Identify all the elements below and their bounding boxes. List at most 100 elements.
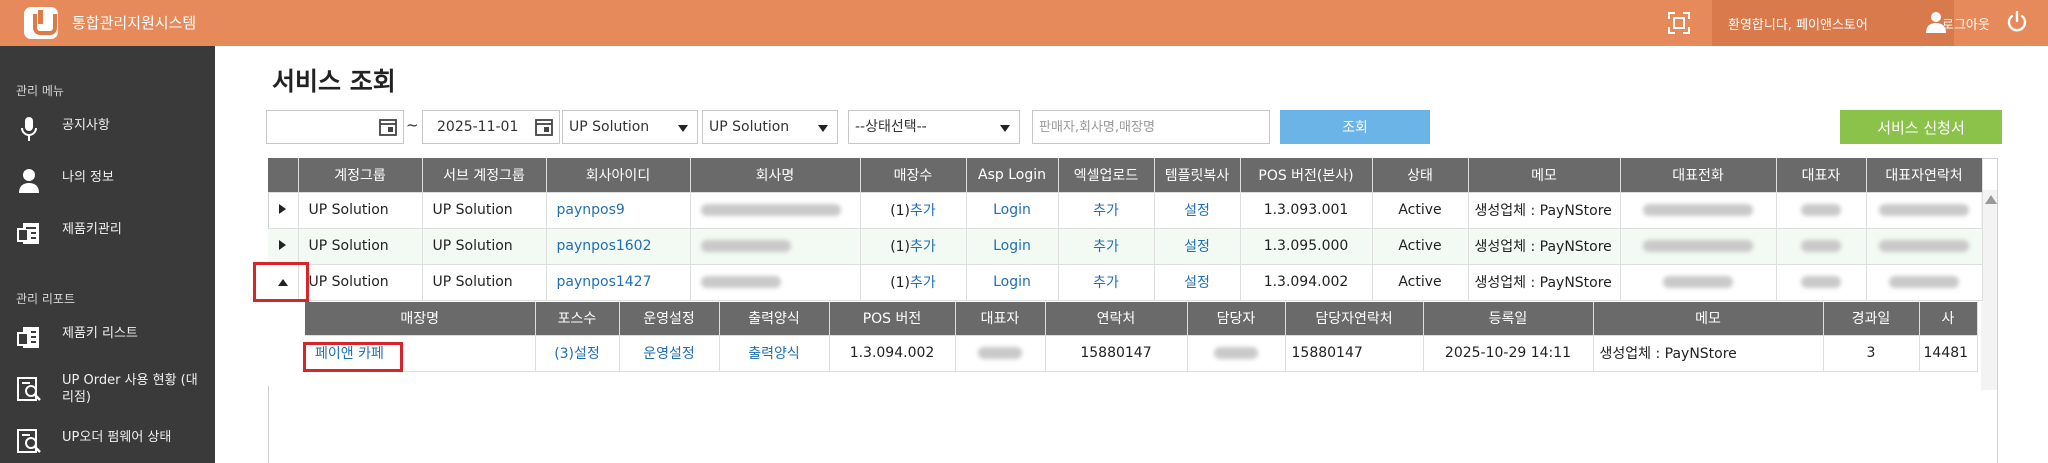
operation-setting-link[interactable]: 운영설정 [643, 346, 695, 362]
column-header[interactable]: 서브 계정그룹 [422, 158, 547, 193]
sidebar-item-label: UP오더 펌웨어 상태 [62, 430, 172, 445]
store-count: (1) [890, 203, 911, 219]
excel-upload-link[interactable]: 추가 [1093, 239, 1119, 255]
column-header[interactable]: 엑셀업로드 [1058, 158, 1155, 193]
column-header[interactable]: 대표전화 [1620, 158, 1777, 193]
cell-group: UP Solution [298, 264, 423, 301]
logout-button[interactable]: 로그아웃 [1942, 14, 1990, 33]
column-header[interactable]: 회사아이디 [546, 158, 691, 193]
user-menu[interactable]: 환영합니다, 페이앤스토어 [1712, 0, 1954, 46]
template-copy-link[interactable]: 설정 [1184, 239, 1210, 255]
template-copy-link[interactable]: 설정 [1184, 203, 1210, 219]
cell-sub-group: UP Solution [422, 264, 547, 301]
scroll-up-icon[interactable] [1985, 195, 1997, 204]
status-select[interactable]: --상태선택-- [848, 110, 1020, 144]
template-copy-link[interactable]: 설정 [1184, 275, 1210, 291]
sidebar-item-label: 공지사항 [62, 118, 110, 133]
expand-row-button[interactable] [268, 192, 299, 229]
asp-login-link[interactable]: Login [993, 202, 1031, 218]
asp-login-link[interactable]: Login [993, 274, 1031, 290]
table-row[interactable]: UP Solution UP Solution paynpos9 (1)추가 L… [268, 192, 1983, 229]
sub-account-group-select[interactable]: UP Solution [702, 110, 838, 144]
add-store-link[interactable]: 추가 [910, 239, 936, 255]
sidebar-item-uporder-firmware[interactable]: UP오더 펌웨어 상태 [0, 420, 215, 460]
column-header[interactable]: 경과일 [1823, 302, 1920, 336]
service-table: 계정그룹 서브 계정그룹 회사아이디 회사명 매장수 Asp Login 엑셀업… [268, 158, 1983, 301]
app-logo-icon[interactable] [24, 7, 58, 39]
column-header[interactable]: POS 버전(본사) [1240, 158, 1373, 193]
excel-upload-link[interactable]: 추가 [1093, 203, 1119, 219]
report-search-icon [17, 429, 41, 453]
column-header[interactable]: 매장수 [860, 158, 967, 193]
service-application-button[interactable]: 서비스 신청서 [1840, 110, 2002, 144]
column-header[interactable]: POS 버전 [829, 302, 956, 336]
company-id-link[interactable]: paynpos9 [557, 202, 625, 218]
table-row-expanded[interactable]: UP Solution UP Solution paynpos1427 (1)추… [268, 264, 1983, 301]
excel-upload-link[interactable]: 추가 [1093, 275, 1119, 291]
cell-group: UP Solution [298, 192, 423, 229]
expand-row-button[interactable] [268, 228, 299, 265]
column-header[interactable]: 대표자연락처 [1866, 158, 1983, 193]
user-icon [19, 169, 39, 193]
sidebar-item-product-key-list[interactable]: 제품키 리스트 [0, 316, 215, 356]
sub-table-row[interactable]: 페이앤 카페 (3)설정 운영설정 출력양식 1.3.094.002 15880… [305, 335, 1978, 372]
store-count: (1) [890, 275, 911, 291]
welcome-text: 환영합니다, 페이앤스토어 [1728, 18, 1868, 33]
asp-login-link[interactable]: Login [993, 238, 1031, 254]
account-group-select[interactable]: UP Solution [562, 110, 698, 144]
cell-company-name-redacted [690, 192, 861, 229]
column-header[interactable]: 메모 [1468, 158, 1621, 193]
column-header[interactable]: 담당자연락처 [1285, 302, 1424, 336]
search-input[interactable] [1032, 110, 1270, 144]
sidebar-item-label: 제품키 리스트 [62, 326, 138, 341]
column-header[interactable]: 포스수 [535, 302, 620, 336]
cell-phone-redacted [1620, 264, 1777, 301]
column-header[interactable]: 등록일 [1423, 302, 1594, 336]
sub-table-header-row: 매장명 포스수 운영설정 출력양식 POS 버전 대표자 연락처 담당자 담당자… [305, 302, 1978, 336]
sidebar: 관리 메뉴 공지사항 나의 정보 제품키관리 관리 리포트 제품키 리스트 UP… [0, 46, 215, 463]
sidebar-item-my-info[interactable]: 나의 정보 [0, 160, 215, 200]
calendar-icon[interactable] [378, 117, 398, 137]
column-header[interactable]: 운영설정 [619, 302, 720, 336]
column-header[interactable]: 매장명 [305, 302, 536, 336]
sidebar-item-label: 나의 정보 [62, 170, 114, 185]
store-count: (1) [890, 239, 911, 255]
table-row[interactable]: UP Solution UP Solution paynpos1602 (1)추… [268, 228, 1983, 265]
sidebar-item-product-key[interactable]: 제품키관리 [0, 212, 215, 252]
column-header[interactable]: 담당자 [1187, 302, 1286, 336]
cell-group: UP Solution [298, 228, 423, 265]
column-header[interactable]: 대표자 [955, 302, 1046, 336]
cell-memo: 생성업체 : PayNStore [1468, 192, 1621, 229]
cell-company-name-redacted [690, 264, 861, 301]
add-store-link[interactable]: 추가 [910, 203, 936, 219]
add-store-link[interactable]: 추가 [910, 275, 936, 291]
calendar-icon[interactable] [534, 117, 554, 137]
column-header[interactable]: 상태 [1372, 158, 1469, 193]
cell-pos-version: 1.3.093.001 [1240, 192, 1373, 229]
cell-sub-group: UP Solution [422, 228, 547, 265]
search-button[interactable]: 조회 [1280, 110, 1430, 144]
column-header[interactable]: 회사명 [690, 158, 861, 193]
sidebar-item-uporder-usage[interactable]: UP Order 사용 현황 (대리점) [0, 368, 215, 414]
power-icon[interactable] [2006, 11, 2028, 33]
column-header[interactable]: 연락처 [1045, 302, 1188, 336]
pos-setting-link[interactable]: 설정 [574, 346, 600, 362]
cell-pos-version: 1.3.095.000 [1240, 228, 1373, 265]
vertical-scrollbar[interactable] [1981, 190, 1997, 390]
pos-count: (3) [554, 346, 575, 362]
sidebar-item-notice[interactable]: 공지사항 [0, 108, 215, 148]
sidebar-section-manage: 관리 메뉴 [16, 84, 64, 98]
column-header[interactable]: 템플릿복사 [1154, 158, 1241, 193]
column-header[interactable]: Asp Login [966, 158, 1059, 193]
cell-manager-contact: 15880147 [1285, 335, 1424, 372]
print-form-link[interactable]: 출력양식 [748, 346, 800, 362]
column-header[interactable]: 계정그룹 [298, 158, 423, 193]
cell-elapsed-days: 3 [1823, 335, 1920, 372]
column-header[interactable]: 대표자 [1776, 158, 1867, 193]
company-id-link[interactable]: paynpos1427 [557, 274, 652, 290]
fullscreen-icon[interactable] [1668, 12, 1690, 34]
column-header[interactable]: 메모 [1593, 302, 1824, 336]
column-header[interactable]: 출력양식 [719, 302, 830, 336]
column-header[interactable]: 사 [1919, 302, 1978, 336]
company-id-link[interactable]: paynpos1602 [557, 238, 652, 254]
